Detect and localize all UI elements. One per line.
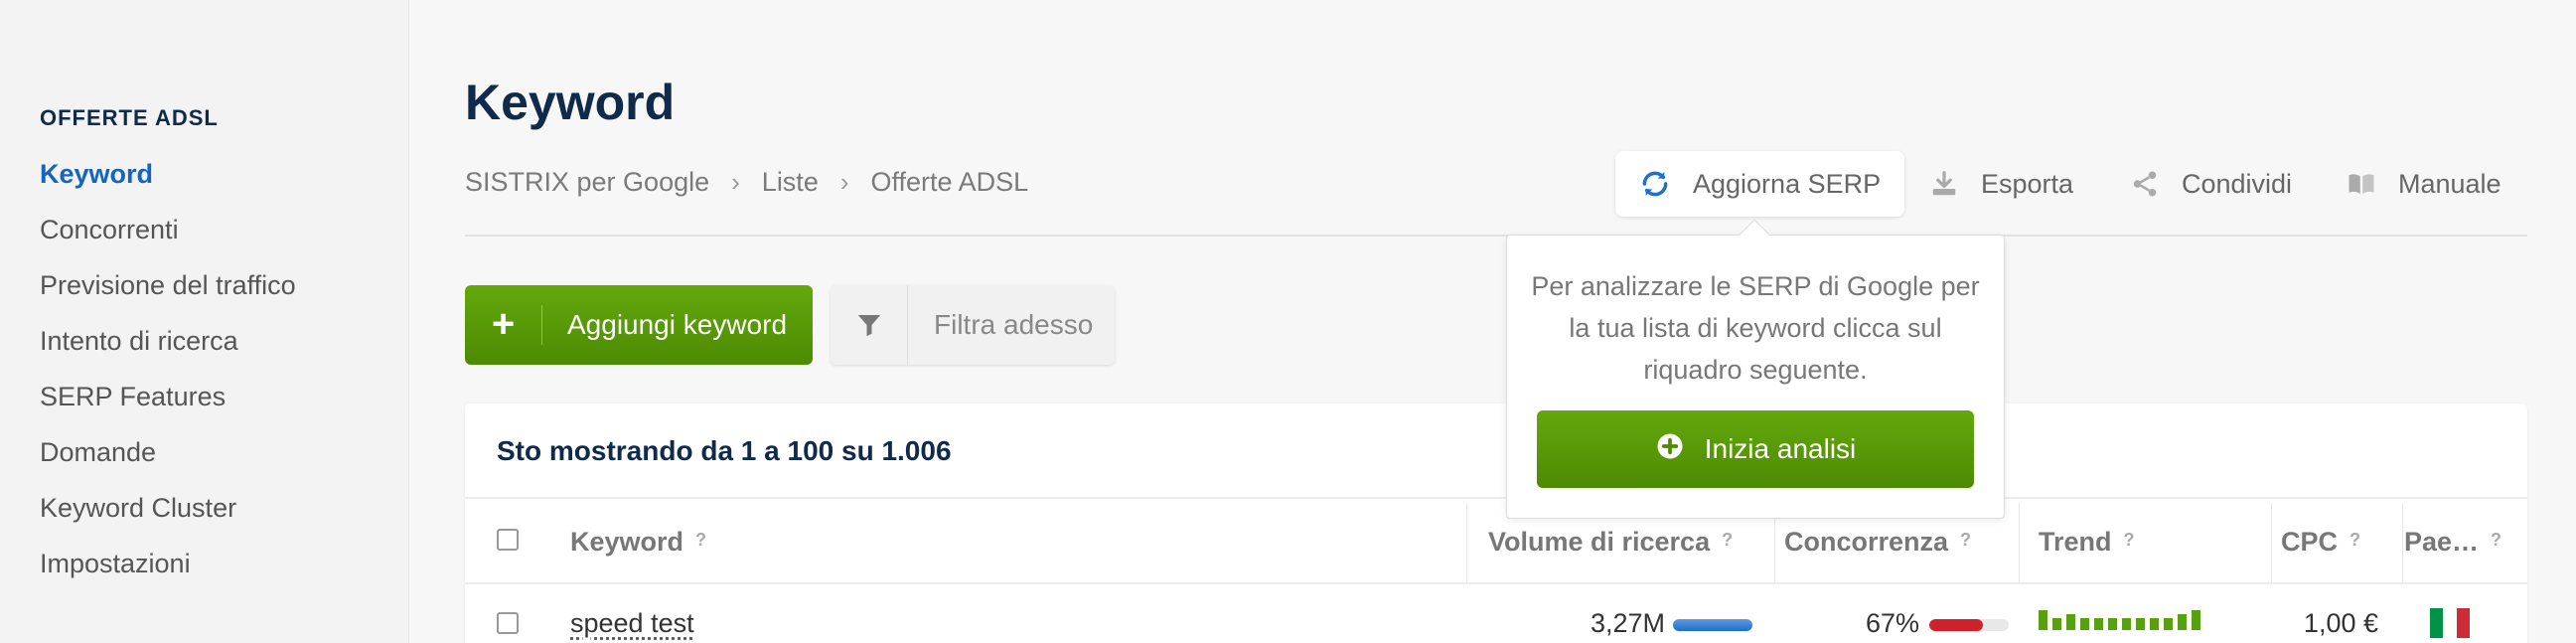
breadcrumb-item-sistrix[interactable]: SISTRIX per Google xyxy=(465,167,709,198)
flag-stripe-green xyxy=(2430,608,2443,638)
sidebar-item-concorrenti[interactable]: Concorrenti xyxy=(40,211,296,266)
trend-bar xyxy=(2066,614,2075,630)
trend-bar xyxy=(2080,618,2089,630)
column-header-keyword-label: Keyword xyxy=(570,527,683,557)
manual-button[interactable]: Manuale xyxy=(2347,151,2501,217)
refresh-serp-button[interactable]: Aggiorna SERP xyxy=(1615,151,1904,217)
column-header-cpc[interactable]: CPC? xyxy=(2281,527,2360,558)
column-header-volume-label: Volume di ricerca xyxy=(1488,527,1710,557)
column-header-cpc-label: CPC xyxy=(2281,527,2338,557)
download-icon xyxy=(1929,169,1959,199)
help-icon[interactable]: ? xyxy=(2349,530,2360,550)
keyword-table-card: Sto mostrando da 1 a 100 su 1.006 Keywor… xyxy=(465,403,2527,643)
column-header-competition-label: Concorrenza xyxy=(1784,527,1948,557)
add-keyword-button[interactable]: + Aggiungi keyword xyxy=(465,285,813,365)
column-header-volume[interactable]: Volume di ricerca? xyxy=(1488,527,1733,558)
export-button[interactable]: Esporta xyxy=(1929,151,2073,217)
trend-bar xyxy=(2094,618,2103,630)
trend-bar xyxy=(2136,618,2145,630)
help-icon[interactable]: ? xyxy=(2491,530,2501,550)
page-title: Keyword xyxy=(465,74,675,131)
breadcrumb-item-current: Offerte ADSL xyxy=(871,167,1029,198)
column-header-country[interactable]: Pae…? xyxy=(2404,527,2501,558)
header-divider xyxy=(465,235,2527,237)
help-icon[interactable]: ? xyxy=(695,530,706,550)
trend-bar xyxy=(2178,614,2187,630)
sidebar: OFFERTE ADSL Keyword Concorrenti Previsi… xyxy=(0,0,409,643)
flag-stripe-white xyxy=(2443,608,2456,638)
share-icon xyxy=(2130,169,2160,199)
column-divider xyxy=(2402,503,2403,582)
manual-label: Manuale xyxy=(2398,169,2501,200)
column-header-competition[interactable]: Concorrenza? xyxy=(1784,527,1971,558)
filter-label: Filtra adesso xyxy=(908,309,1093,341)
table-divider xyxy=(465,582,2527,584)
add-keyword-label: Aggiungi keyword xyxy=(542,309,787,341)
keyword-link[interactable]: speed test xyxy=(570,608,694,638)
start-analysis-button[interactable]: Inizia analisi xyxy=(1537,410,1974,488)
flag-stripe-red xyxy=(2457,608,2470,638)
italy-flag-icon xyxy=(2430,608,2470,638)
breadcrumb: SISTRIX per Google › Liste › Offerte ADS… xyxy=(465,167,1028,198)
table-cell-volume: 3,27M xyxy=(1591,608,1665,639)
breadcrumb-item-liste[interactable]: Liste xyxy=(762,167,819,198)
table-cell-competition: 67% xyxy=(1866,608,1919,639)
sidebar-item-serp-features[interactable]: SERP Features xyxy=(40,378,296,433)
column-divider xyxy=(1466,503,1467,582)
help-icon[interactable]: ? xyxy=(1722,530,1733,550)
serp-analysis-popover: Per analizzare le SERP di Google per la … xyxy=(1506,235,2005,519)
trend-bar xyxy=(2164,618,2173,630)
sidebar-item-keyword[interactable]: Keyword xyxy=(40,155,296,211)
plus-circle-icon xyxy=(1655,431,1685,468)
plus-icon: + xyxy=(465,305,542,345)
share-label: Condividi xyxy=(2182,169,2292,200)
select-all-checkbox[interactable] xyxy=(497,529,519,551)
row-checkbox[interactable] xyxy=(497,612,519,634)
refresh-icon xyxy=(1639,168,1671,200)
sidebar-item-domande[interactable]: Domande xyxy=(40,433,296,489)
trend-bar xyxy=(2192,610,2200,630)
trend-bar xyxy=(2122,618,2131,630)
table-cell-cpc: 1,00 € xyxy=(2304,608,2378,639)
column-header-trend[interactable]: Trend? xyxy=(2039,527,2135,558)
popover-arrow xyxy=(1739,219,1769,249)
competition-bar-fill xyxy=(1929,619,1983,631)
trend-sparkline xyxy=(2039,610,2200,630)
column-divider xyxy=(2271,503,2272,582)
results-summary: Sto mostrando da 1 a 100 su 1.006 xyxy=(497,435,952,467)
sidebar-section-title: OFFERTE ADSL xyxy=(40,105,219,131)
export-label: Esporta xyxy=(1981,169,2073,200)
column-header-country-label: Pae… xyxy=(2404,527,2479,557)
column-header-keyword[interactable]: Keyword? xyxy=(570,527,706,558)
sidebar-nav: Keyword Concorrenti Previsione del traff… xyxy=(40,155,296,600)
popover-text: Per analizzare le SERP di Google per la … xyxy=(1531,265,1980,391)
sidebar-item-previsione-traffico[interactable]: Previsione del traffico xyxy=(40,266,296,322)
filter-icon xyxy=(831,285,908,365)
sidebar-item-keyword-cluster[interactable]: Keyword Cluster xyxy=(40,489,296,545)
breadcrumb-separator: › xyxy=(731,167,740,198)
share-button[interactable]: Condividi xyxy=(2130,151,2292,217)
trend-bar xyxy=(2150,618,2159,630)
trend-bar xyxy=(2108,618,2117,630)
trend-bar xyxy=(2039,610,2047,630)
refresh-serp-label: Aggiorna SERP xyxy=(1693,169,1881,200)
table-cell-keyword[interactable]: speed test xyxy=(570,608,694,639)
column-header-trend-label: Trend xyxy=(2039,527,2112,557)
sidebar-item-impostazioni[interactable]: Impostazioni xyxy=(40,545,296,600)
help-icon[interactable]: ? xyxy=(1960,530,1971,550)
volume-bar xyxy=(1673,619,1752,631)
filter-button[interactable]: Filtra adesso xyxy=(831,285,1115,365)
competition-bar xyxy=(1929,619,2009,631)
help-icon[interactable]: ? xyxy=(2124,530,2135,550)
table-divider xyxy=(465,497,2527,499)
breadcrumb-separator: › xyxy=(840,167,849,198)
book-icon xyxy=(2347,169,2376,199)
trend-bar xyxy=(2052,618,2061,630)
start-analysis-label: Inizia analisi xyxy=(1705,433,1857,465)
column-divider xyxy=(2019,503,2020,582)
sidebar-item-intento-ricerca[interactable]: Intento di ricerca xyxy=(40,322,296,378)
